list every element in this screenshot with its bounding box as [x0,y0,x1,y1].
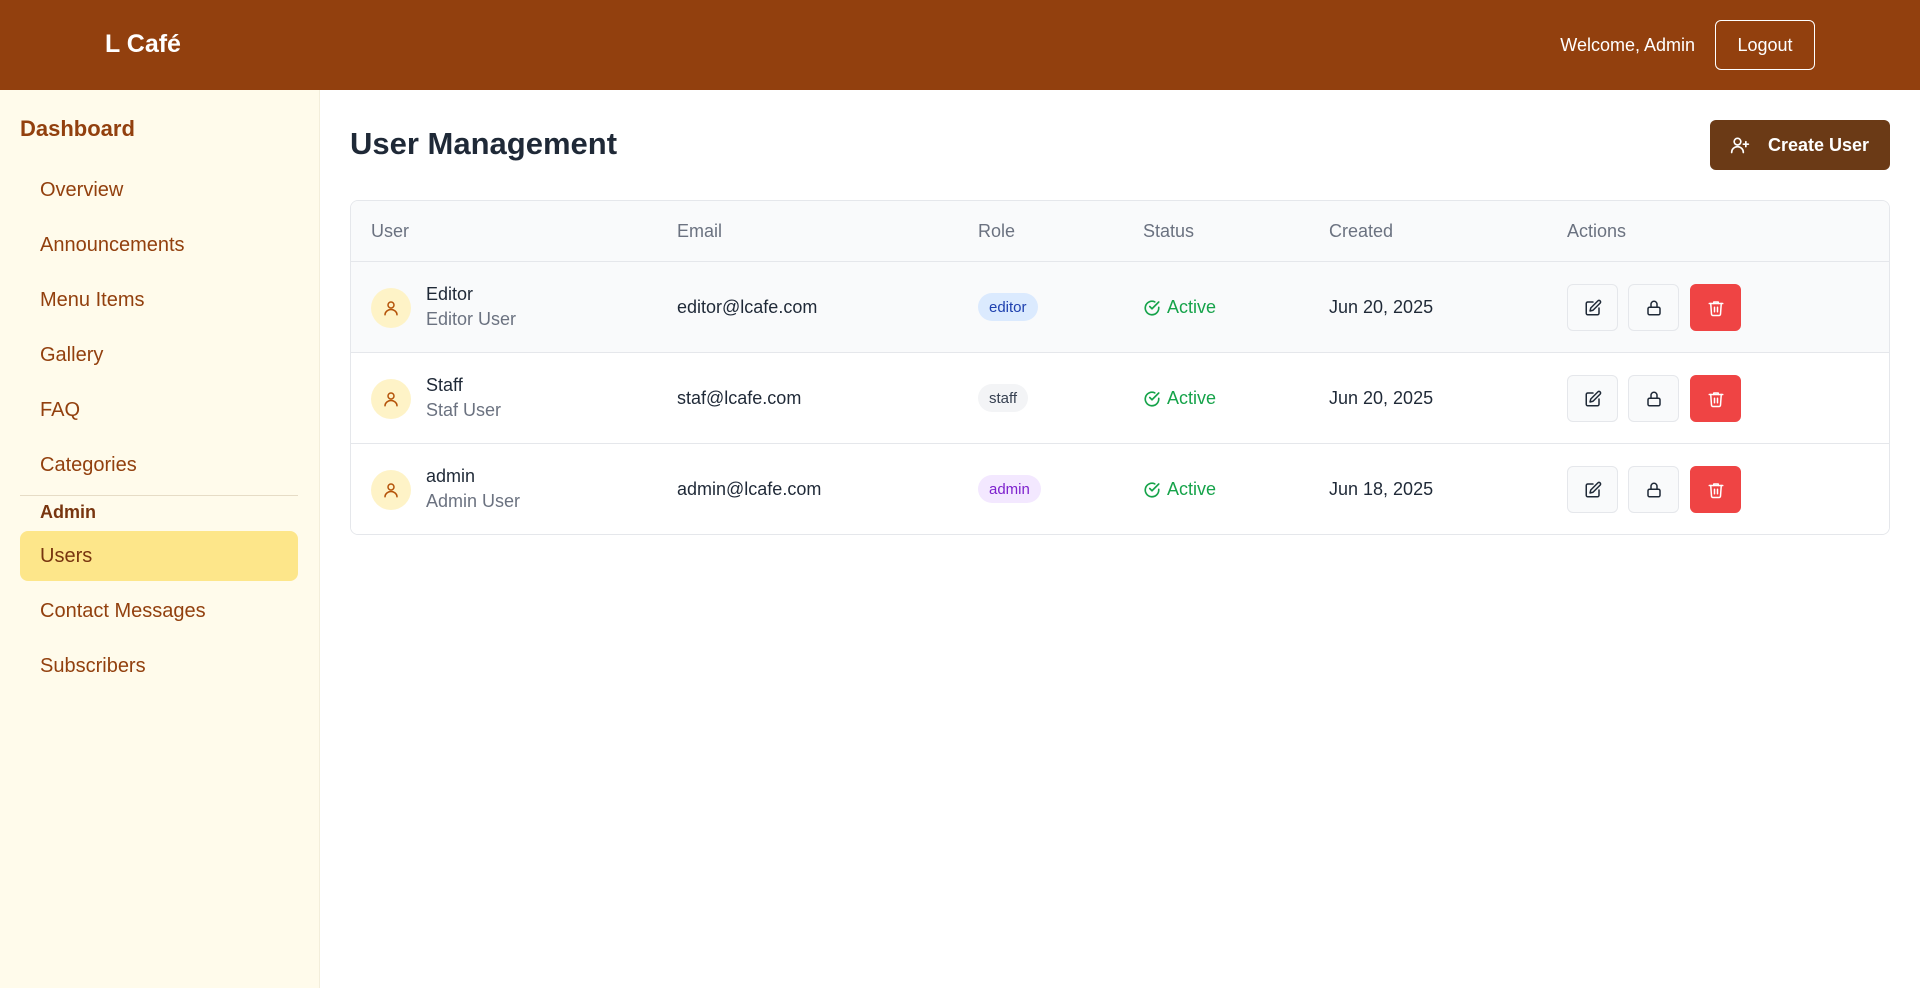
lock-icon [1645,390,1663,408]
status-badge: Active [1143,388,1216,409]
create-user-label: Create User [1768,134,1870,155]
created-date: Jun 18, 2025 [1329,479,1434,499]
user-icon [371,379,411,419]
user-full-name: Editor User [426,309,517,329]
column-header-user: User [371,221,410,241]
column-header-created: Created [1329,221,1394,241]
sidebar-section-admin: Admin [40,502,96,522]
edit-icon [1584,481,1602,499]
sidebar-item-gallery[interactable]: Gallery [20,330,298,380]
sidebar-title: Dashboard [20,116,135,141]
user-full-name: Staf User [426,400,502,420]
column-header-status: Status [1143,221,1195,241]
user-icon [371,288,411,328]
user-icon [371,470,411,510]
lock-icon [1645,299,1663,317]
table-row: Editor Editor User editor@lcafe.com edit… [351,262,1889,353]
sidebar: Dashboard Overview Announcements Menu It… [0,90,320,988]
edit-button[interactable] [1567,375,1618,422]
table-row: admin Admin User admin@lcafe.com admin A… [351,444,1889,534]
status-label: Active [1167,479,1217,499]
page-title: User Management [350,126,618,161]
trash-icon [1707,299,1725,317]
edit-icon [1584,390,1602,408]
delete-button[interactable] [1690,466,1741,513]
user-username: Editor [426,284,474,304]
lock-button[interactable] [1628,375,1679,422]
delete-button[interactable] [1690,284,1741,331]
edit-button[interactable] [1567,466,1618,513]
user-email: admin@lcafe.com [677,479,822,499]
brand-logo[interactable]: L Café [105,30,181,59]
user-username: admin [426,466,476,486]
created-date: Jun 20, 2025 [1329,297,1434,317]
sidebar-item-overview[interactable]: Overview [20,165,298,215]
role-badge: staff [978,384,1029,412]
role-badge: editor [978,293,1038,321]
table-header: User Email Role Status Created Actions [351,201,1889,262]
user-email: editor@lcafe.com [677,297,818,317]
table-row: Staff Staf User staf@lcafe.com staff Act… [351,353,1889,444]
lock-icon [1645,481,1663,499]
delete-button[interactable] [1690,375,1741,422]
edit-icon [1584,299,1602,317]
sidebar-item-categories[interactable]: Categories [20,440,298,490]
sidebar-divider [20,495,298,496]
status-badge: Active [1143,479,1216,500]
sidebar-item-users[interactable]: Users [20,531,298,581]
created-date: Jun 20, 2025 [1329,388,1434,408]
top-header: L Café Welcome, Admin Logout [0,0,1920,90]
user-username: Staff [426,375,463,395]
lock-button[interactable] [1628,284,1679,331]
user-email: staf@lcafe.com [677,388,802,408]
column-header-actions: Actions [1567,221,1627,241]
column-header-role: Role [978,221,1016,241]
welcome-text: Welcome, Admin [1560,35,1695,55]
trash-icon [1707,390,1725,408]
users-table: User Email Role Status Created Actions E… [350,200,1890,535]
check-circle-icon [1143,299,1161,317]
sidebar-item-contact-messages[interactable]: Contact Messages [20,586,298,636]
trash-icon [1707,481,1725,499]
sidebar-item-subscribers[interactable]: Subscribers [20,641,298,691]
status-label: Active [1167,388,1217,408]
status-label: Active [1167,297,1217,317]
role-badge: admin [978,475,1041,503]
user-plus-icon [1730,135,1750,155]
sidebar-item-announcements[interactable]: Announcements [20,220,298,270]
check-circle-icon [1143,481,1161,499]
sidebar-item-faq[interactable]: FAQ [20,385,298,435]
user-full-name: Admin User [426,491,521,511]
column-header-email: Email [677,221,723,241]
status-badge: Active [1143,297,1216,318]
create-user-button[interactable]: Create User [1710,120,1890,170]
logout-button[interactable]: Logout [1715,20,1815,70]
lock-button[interactable] [1628,466,1679,513]
check-circle-icon [1143,390,1161,408]
edit-button[interactable] [1567,284,1618,331]
sidebar-item-menu-items[interactable]: Menu Items [20,275,298,325]
